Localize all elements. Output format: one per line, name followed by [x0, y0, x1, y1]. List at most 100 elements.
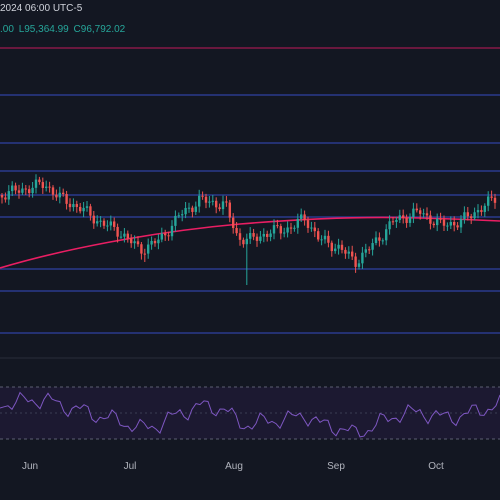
candle-body	[174, 215, 177, 226]
candle-body	[14, 185, 17, 191]
candle-body	[7, 191, 10, 200]
candle-body	[228, 202, 231, 218]
candle-body	[147, 244, 150, 254]
x-tick-jun: Jun	[21, 461, 39, 472]
candle-body	[28, 189, 31, 194]
candle-body	[412, 208, 415, 218]
candle-body	[476, 210, 480, 213]
candle-body	[385, 229, 388, 241]
candle-body	[286, 227, 289, 233]
candle-body	[327, 235, 330, 243]
candle-body	[419, 210, 422, 214]
candle-body	[466, 212, 469, 217]
candle-body	[4, 197, 7, 200]
candle-body	[432, 223, 435, 226]
candle-body	[218, 207, 221, 210]
candle-body	[208, 201, 211, 203]
candle-body	[368, 249, 371, 251]
candle-body	[140, 244, 143, 254]
ohlc-readout: .00 L95,364.99 C96,792.02	[0, 24, 127, 35]
candle-body	[269, 233, 272, 237]
x-tick-sep: Sep	[327, 461, 345, 472]
candle-body	[473, 212, 476, 219]
candle-body	[449, 221, 452, 226]
candle-body	[48, 186, 51, 188]
candle-body	[272, 225, 276, 234]
candle-body	[58, 192, 61, 198]
candle-body	[65, 194, 68, 204]
candle-body	[255, 236, 259, 241]
candle-body	[99, 220, 102, 222]
candle-body	[75, 204, 78, 207]
candle-body	[235, 228, 238, 234]
candle-body	[422, 213, 425, 215]
candle-body	[459, 219, 463, 228]
candle-body	[89, 206, 92, 216]
candle-body	[187, 207, 191, 209]
candle-body	[51, 187, 55, 195]
candle-body	[249, 233, 252, 239]
candle-body	[374, 237, 378, 244]
candle-body	[106, 225, 109, 227]
close-value: C96,792.02	[73, 24, 126, 35]
candle-body	[204, 196, 208, 203]
candle-body	[279, 226, 282, 234]
candle-body	[361, 252, 364, 264]
candle-body	[31, 187, 34, 194]
candle-body	[303, 214, 306, 221]
candle-body	[364, 249, 367, 253]
candle-body	[490, 196, 493, 198]
candle-body	[425, 213, 429, 216]
price-chart[interactable]	[0, 0, 500, 500]
candle-body	[79, 206, 82, 212]
candle-body	[436, 218, 439, 226]
candle-body	[133, 241, 136, 244]
candle-body	[398, 215, 401, 220]
candle-body	[289, 227, 293, 229]
candle-body	[24, 188, 27, 190]
low-value: L95,364.99	[18, 24, 69, 35]
candle-body	[113, 221, 116, 227]
candle-body	[164, 233, 167, 236]
candle-body	[136, 241, 140, 245]
candle-body	[225, 201, 228, 203]
candle-body	[402, 215, 405, 219]
candle-body	[191, 207, 194, 212]
candle-body	[480, 210, 483, 212]
candle-body	[68, 203, 72, 208]
candle-body	[242, 239, 245, 245]
candle-body	[456, 225, 459, 228]
candle-body	[262, 233, 265, 237]
candle-body	[347, 251, 350, 254]
candle-body	[415, 208, 418, 211]
candle-body	[21, 188, 24, 193]
candle-body	[483, 205, 486, 212]
rsi-panel	[0, 386, 500, 440]
candle-body	[351, 251, 354, 257]
candle-body	[453, 221, 456, 226]
candle-body	[323, 235, 327, 240]
candle-body	[354, 256, 357, 267]
candle-body	[395, 219, 398, 222]
candle-body	[177, 215, 180, 217]
candle-body	[82, 207, 85, 212]
candle-body	[405, 218, 408, 223]
candle-body	[181, 214, 184, 216]
candle-body	[72, 204, 75, 208]
candle-body	[340, 244, 344, 250]
candle-body	[0, 195, 4, 198]
candle-body	[157, 239, 160, 244]
candle-body	[439, 218, 442, 220]
candle-body	[378, 237, 381, 241]
timestamp-label: 2024 06:00 UTC-5	[0, 3, 83, 14]
candle-body	[330, 242, 333, 252]
candle-body	[463, 212, 466, 220]
candle-body	[194, 206, 197, 212]
candle-body	[442, 219, 446, 226]
candle-body	[391, 221, 395, 223]
candle-body	[493, 197, 497, 203]
candle-body	[381, 240, 384, 242]
candle-body	[211, 200, 214, 202]
candle-body	[276, 225, 279, 227]
candle-body	[92, 215, 95, 224]
